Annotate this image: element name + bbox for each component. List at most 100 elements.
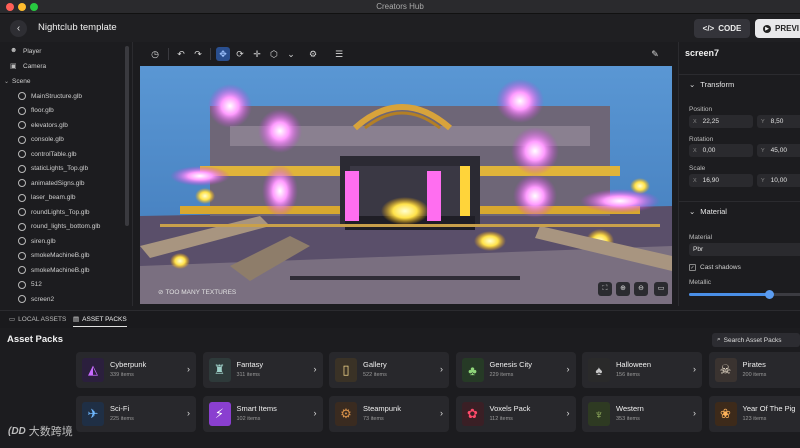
move-tool-icon[interactable]: ✥: [216, 47, 230, 61]
material-select[interactable]: Pbr: [689, 243, 800, 256]
focus-icon[interactable]: ⛶: [598, 282, 612, 296]
check-icon: ✓: [689, 264, 696, 271]
code-button-label: CODE: [718, 24, 742, 33]
tree-item-label: Scene: [12, 77, 31, 85]
asset-pack-count: 225 items: [110, 416, 134, 422]
tree-item-scene[interactable]: ⌄ Scene: [0, 74, 132, 88]
metallic-slider[interactable]: [689, 290, 800, 299]
tree-item-entity[interactable]: animatedSigns.glb: [0, 176, 132, 190]
list-settings-icon[interactable]: ☰: [332, 47, 346, 61]
metallic-slider-knob[interactable]: [765, 290, 775, 299]
asset-pack-card[interactable]: ✿ Voxels Pack 112 items ›: [455, 396, 576, 432]
tree-item-entity[interactable]: elevators.glb: [0, 118, 132, 132]
scale-label: Scale: [689, 165, 706, 172]
asset-pack-count: 102 items: [236, 416, 261, 422]
asset-pack-count: 200 items: [742, 372, 767, 378]
tree-item-entity[interactable]: smokeMachineB.glb: [0, 249, 132, 263]
scale-x-field[interactable]: X 16,90: [689, 174, 753, 187]
entity-icon: [18, 164, 26, 173]
tree-item-entity[interactable]: screen2: [0, 292, 132, 306]
tab-asset-packs[interactable]: ▤ ASSET PACKS: [73, 315, 127, 327]
asset-pack-name: Halloween: [616, 360, 652, 369]
transform-section-header[interactable]: ⌄ Transform: [679, 74, 800, 94]
rotation-label: Rotation: [689, 136, 714, 143]
asset-pack-card[interactable]: ✈ Sci-Fi 225 items ›: [76, 396, 196, 432]
tree-item-entity[interactable]: console.glb: [0, 133, 132, 147]
chevron-down-icon[interactable]: ⌄: [284, 47, 298, 61]
asset-pack-card[interactable]: ☠Pirates200 items›: [708, 352, 800, 388]
tree-item-label: Player: [23, 47, 42, 55]
gizmo-speed-icon[interactable]: ◷: [148, 47, 162, 61]
tree-item-entity[interactable]: 512: [0, 278, 132, 292]
asset-pack-card[interactable]: ♠ Halloween 156 items ›: [582, 352, 702, 388]
tree-item-entity[interactable]: siren.glb: [0, 234, 132, 248]
asset-pack-card[interactable]: ◭ Cyberpunk 339 items ›: [76, 352, 196, 388]
zoom-out-icon[interactable]: ⊖: [634, 282, 648, 296]
cube-tool-icon[interactable]: ⬡: [267, 47, 281, 61]
tree-item-entity[interactable]: MainStructure.glb: [0, 89, 132, 103]
asset-pack-card[interactable]: ⚡ Smart Items 102 items ›: [202, 396, 323, 432]
chevron-right-icon: ›: [693, 408, 696, 418]
viewport-toolbar: ◷ ↶ ↷ ✥ ⟳ ✛ ⬡ ⌄ ⚙ ☰ ✎: [140, 42, 672, 66]
asset-pack-card[interactable]: ♣ Genesis City 229 items ›: [455, 352, 576, 388]
tree-item-label: siren.glb: [31, 237, 56, 245]
scale-tool-icon[interactable]: ✛: [250, 47, 264, 61]
tree-item-label: Camera: [23, 62, 47, 70]
asset-pack-name: Gallery: [363, 360, 387, 369]
asset-pack-name: Steampunk: [363, 404, 401, 413]
asset-pack-card[interactable]: ❀Year Of The Pig123 items›: [708, 396, 800, 432]
entity-icon: [18, 280, 26, 289]
scrollbar[interactable]: [125, 46, 129, 226]
pirates-skull-icon: ☠: [714, 358, 737, 382]
tree-item-label: screen2: [31, 295, 55, 303]
tree-item-entity[interactable]: roundLights_Top.glb: [0, 205, 132, 219]
asset-pack-card[interactable]: ♆ Western 353 items ›: [582, 396, 702, 432]
undo-icon[interactable]: ↶: [174, 47, 188, 61]
rotate-tool-icon[interactable]: ⟳: [233, 47, 247, 61]
asset-pack-card[interactable]: ♜ Fantasy 311 items ›: [202, 352, 323, 388]
asset-pack-card[interactable]: ▯ Gallery 522 items ›: [329, 352, 449, 388]
tree-item-entity[interactable]: floor.glb: [0, 104, 132, 118]
tree-item-label: 512: [31, 281, 42, 288]
scale-y-field[interactable]: Y 10,00: [757, 174, 800, 187]
tree-item-entity[interactable]: round_lights_bottom.glb: [0, 220, 132, 234]
rotation-x-field[interactable]: X 0,00: [689, 144, 753, 157]
chevron-down-icon: ⌄: [4, 78, 10, 85]
back-button[interactable]: ‹: [10, 20, 27, 37]
code-button[interactable]: </> CODE: [694, 19, 750, 38]
tree-item-label: roundLights_Top.glb: [31, 208, 90, 216]
transform-label: Transform: [700, 80, 735, 89]
gear-icon[interactable]: ⚙: [306, 47, 320, 61]
fantasy-robot-icon: ♜: [208, 358, 231, 382]
chevron-right-icon: ›: [187, 408, 190, 418]
rotation-y-field[interactable]: Y 45,00: [757, 144, 800, 157]
tree-item-label: smokeMachineB.glb: [31, 266, 90, 274]
tree-item-entity[interactable]: controlTable.glb: [0, 147, 132, 161]
entity-icon: [18, 222, 26, 231]
preview-button[interactable]: ▶ PREVI: [755, 19, 800, 38]
pencil-icon[interactable]: ✎: [648, 47, 662, 61]
asset-pack-count: 353 items: [616, 416, 640, 422]
scene-viewport[interactable]: ⊘ TOO MANY TEXTURES ⛶ ⊕ ⊖ ▭: [140, 66, 672, 304]
zoom-in-icon[interactable]: ⊕: [616, 282, 630, 296]
entity-icon: [18, 208, 26, 216]
asset-pack-card[interactable]: ⚙ Steampunk 73 items ›: [329, 396, 449, 432]
editor-header: ‹ Nightclub template </> CODE ▶ PREVI: [0, 14, 800, 42]
material-section-header[interactable]: ⌄ Material: [679, 201, 800, 221]
tree-item-player[interactable]: ☻ Player: [0, 44, 132, 58]
tree-item-entity[interactable]: laser_beam.glb: [0, 191, 132, 205]
position-x-field[interactable]: X 22,25: [689, 115, 753, 128]
tree-item-entity[interactable]: staticLights_Top.glb: [0, 162, 132, 176]
tab-local-assets[interactable]: ▭ LOCAL ASSETS: [9, 315, 66, 326]
redo-icon[interactable]: ↷: [191, 47, 205, 61]
tree-item-entity[interactable]: smokeMachineB.glb: [0, 263, 132, 277]
tree-item-label: round_lights_bottom.glb: [31, 223, 101, 230]
watermark-logo-icon: (DD: [8, 425, 26, 437]
position-y-field[interactable]: Y 8,50: [757, 115, 800, 128]
tab-label: LOCAL ASSETS: [18, 315, 67, 323]
tree-item-label: controlTable.glb: [31, 150, 77, 158]
tree-item-camera[interactable]: ▣ Camera: [0, 59, 132, 73]
screenshot-icon[interactable]: ▭: [654, 282, 668, 296]
search-asset-packs-button[interactable]: ⌕ Search Asset Packs: [712, 333, 800, 347]
cast-shadows-checkbox[interactable]: ✓ Cast shadows: [689, 264, 741, 271]
